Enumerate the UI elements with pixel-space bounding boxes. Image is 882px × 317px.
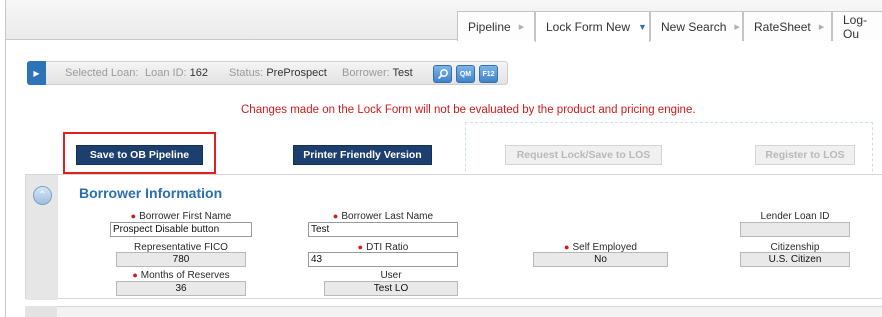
loan-status: Status: PreProspect [229, 67, 327, 79]
app-frame: Pipeline ▸ Lock Form New ▼ New Search ▸ … [5, 0, 882, 317]
chevron-right-icon: ▸ [818, 21, 825, 33]
last-name-label-text: Borrower Last Name [341, 211, 434, 222]
required-icon: ● [130, 211, 137, 221]
user-label: User [380, 270, 402, 281]
reserves-label-text: Months of Reserves [140, 270, 230, 281]
next-section-edge [25, 306, 882, 317]
lender-loan-id-value [740, 222, 850, 237]
selected-loan-bar: ▶ Selected Loan: Loan ID: 162 Status: Pr… [27, 61, 508, 85]
required-icon: ● [357, 242, 364, 252]
tab-log-out[interactable]: Log-Ou [832, 11, 882, 41]
self-employed-value: No [533, 252, 668, 267]
last-name-field[interactable]: Test [308, 222, 458, 237]
first-name-label: ● Borrower First Name [110, 211, 252, 222]
selected-loan-label: Selected Loan: [65, 67, 139, 79]
loan-borrower: Borrower: Test [342, 67, 413, 79]
loan-id-value: 162 [189, 67, 209, 79]
tab-pipeline[interactable]: Pipeline ▸ [457, 11, 535, 41]
reserves-label: ● Months of Reserves [116, 270, 246, 281]
last-name-label: ● Borrower Last Name [308, 211, 458, 222]
next-section-sidebar [25, 306, 57, 317]
section-title: Borrower Information [79, 185, 223, 201]
warning-message: Changes made on the Lock Form will not b… [241, 104, 696, 116]
tab-new-search[interactable]: New Search ▸ [650, 11, 743, 41]
fico-value: 780 [116, 252, 246, 267]
borrower-value: Test [392, 67, 413, 79]
required-icon: ● [132, 270, 138, 280]
chevron-right-icon: ▸ [518, 21, 525, 33]
citizenship-value: U.S. Citizen [740, 252, 850, 267]
register-to-los-button[interactable]: Register to LOS [755, 145, 855, 165]
tab-label: Lock Form New [546, 20, 631, 34]
required-icon: ● [564, 242, 570, 252]
status-value: PreProspect [266, 67, 327, 79]
status-label: Status: [229, 67, 264, 79]
user-value: Test LO [324, 281, 458, 296]
top-tab-bar: Pipeline ▸ Lock Form New ▼ New Search ▸ … [6, 0, 882, 42]
qm-icon[interactable]: QM [456, 65, 475, 83]
tab-ratesheet[interactable]: RateSheet ▸ [743, 11, 832, 41]
chevron-right-icon: ▸ [734, 21, 740, 33]
reserves-value: 36 [116, 281, 246, 296]
search-icon[interactable] [433, 65, 452, 83]
first-name-label-text: Borrower First Name [139, 211, 232, 222]
borrower-label: Borrower: [342, 67, 390, 79]
required-icon: ● [332, 211, 339, 221]
expand-arrow-icon[interactable]: ▶ [27, 61, 46, 85]
tab-label: Pipeline [468, 19, 511, 34]
collapse-icon[interactable]: ⌃ [33, 186, 52, 205]
dti-ratio-field[interactable]: 43 [308, 252, 458, 267]
f12-icon[interactable]: F12 [479, 65, 498, 83]
tab-label: RateSheet [754, 19, 811, 34]
save-to-ob-pipeline-button[interactable]: Save to OB Pipeline [76, 145, 203, 165]
printer-friendly-button[interactable]: Printer Friendly Version [293, 145, 432, 165]
tab-lock-form-new[interactable]: Lock Form New ▼ [535, 11, 650, 42]
lender-loan-id-label: Lender Loan ID [760, 211, 830, 222]
tab-label: Log-Ou [843, 12, 868, 41]
tab-label: New Search [661, 19, 727, 34]
loan-id-label: Loan ID: [145, 67, 187, 79]
request-lock-button[interactable]: Request Lock/Save to LOS [505, 145, 662, 165]
chevron-down-icon[interactable]: ▼ [638, 22, 647, 32]
loan-id: Loan ID: 162 [145, 67, 208, 79]
first-name-field[interactable]: Prospect Disable button [110, 222, 252, 237]
borrower-information-panel: ⌃ Borrower Information ● Borrower First N… [25, 174, 882, 300]
